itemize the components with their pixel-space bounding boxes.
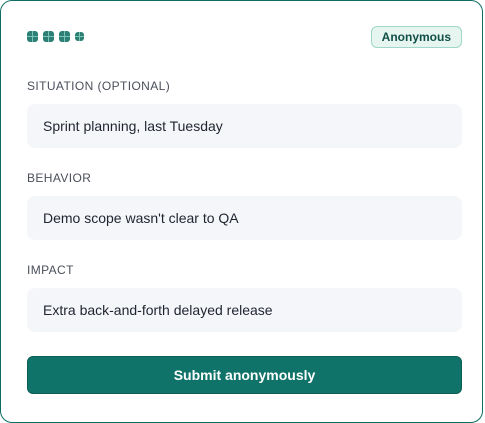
behavior-label: BEHAVIOR	[27, 171, 92, 185]
impact-input[interactable]: Extra back-and-forth delayed release	[27, 288, 462, 332]
progress-dots	[27, 31, 84, 42]
progress-dot-icon	[59, 31, 70, 42]
submit-anonymously-button[interactable]: Submit anonymously	[27, 356, 462, 394]
situation-input[interactable]: Sprint planning, last Tuesday	[27, 104, 462, 148]
impact-label: IMPACT	[27, 263, 74, 277]
situation-label: SITUATION (OPTIONAL)	[27, 79, 171, 93]
anonymous-badge: Anonymous	[370, 26, 462, 48]
card-header: Anonymous	[27, 26, 462, 48]
feedback-card: Anonymous SITUATION (OPTIONAL) Sprint pl…	[0, 0, 483, 423]
progress-dot-icon	[27, 31, 38, 42]
progress-dot-icon	[75, 32, 84, 41]
progress-dot-icon	[43, 31, 54, 42]
behavior-input[interactable]: Demo scope wasn't clear to QA	[27, 196, 462, 240]
